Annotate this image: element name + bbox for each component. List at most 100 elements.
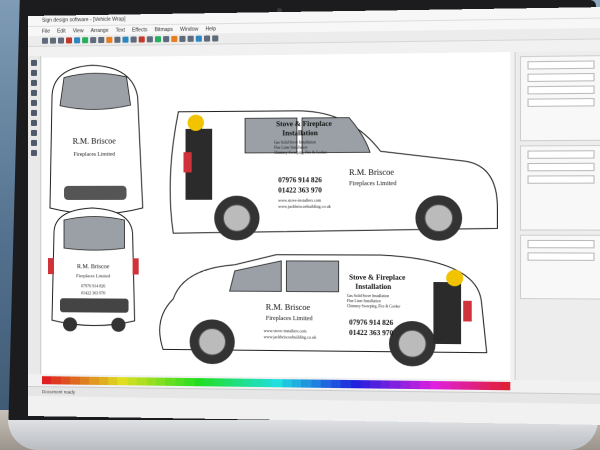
position-y-field[interactable] <box>527 98 594 107</box>
palette-swatch[interactable] <box>282 379 292 387</box>
palette-swatch[interactable] <box>166 378 176 386</box>
menu-window[interactable]: Window <box>180 26 198 32</box>
fill-type-select[interactable] <box>527 240 594 248</box>
menu-help[interactable]: Help <box>205 26 216 32</box>
menu-text[interactable]: Text <box>116 27 125 33</box>
van-front-view[interactable]: R.M. Briscoe Fireplaces Limited <box>50 65 143 214</box>
palette-swatch[interactable] <box>490 382 500 390</box>
palette-swatch[interactable] <box>370 380 380 388</box>
palette-swatch[interactable] <box>204 378 214 386</box>
open-icon[interactable] <box>50 38 56 44</box>
weld-icon[interactable] <box>155 36 161 42</box>
palette-swatch[interactable] <box>42 376 51 384</box>
palette-swatch[interactable] <box>470 381 480 389</box>
palette-swatch[interactable] <box>194 378 204 386</box>
export-icon[interactable] <box>114 37 120 43</box>
palette-swatch[interactable] <box>460 381 470 389</box>
contour-icon[interactable] <box>171 36 177 42</box>
fill-color-field[interactable] <box>527 252 594 261</box>
text-tool-icon[interactable] <box>188 36 194 42</box>
undo-icon[interactable] <box>90 37 96 43</box>
cut-icon[interactable] <box>66 37 72 43</box>
redo-icon[interactable] <box>98 37 104 43</box>
scale-field[interactable] <box>527 163 594 172</box>
palette-swatch[interactable] <box>185 378 195 386</box>
paste-icon[interactable] <box>82 37 88 43</box>
palette-swatch[interactable] <box>331 380 341 388</box>
van-side-view-left[interactable]: R.M. Briscoe Fireplaces Limited Stove & … <box>160 254 487 367</box>
palette-swatch[interactable] <box>233 379 243 387</box>
palette-swatch[interactable] <box>380 380 390 388</box>
rotation-field[interactable] <box>527 150 594 159</box>
text-tool-icon-side[interactable] <box>31 120 37 126</box>
palette-swatch[interactable] <box>450 381 460 389</box>
palette-swatch[interactable] <box>390 381 400 389</box>
palette-swatch[interactable] <box>500 382 510 390</box>
palette-swatch[interactable] <box>440 381 450 389</box>
menu-view[interactable]: View <box>73 28 84 34</box>
group-icon[interactable] <box>139 36 145 42</box>
knife-tool-icon[interactable] <box>31 150 37 156</box>
palette-swatch[interactable] <box>243 379 253 387</box>
menu-bitmaps[interactable]: Bitmaps <box>155 26 173 32</box>
fill-icon[interactable] <box>196 36 202 42</box>
palette-swatch[interactable] <box>301 379 311 387</box>
pen-tool-icon[interactable] <box>31 110 37 116</box>
zoom-icon[interactable] <box>122 37 128 43</box>
palette-swatch[interactable] <box>361 380 371 388</box>
palette-swatch[interactable] <box>420 381 430 389</box>
palette-swatch[interactable] <box>214 378 224 386</box>
pointer-tool-icon[interactable] <box>31 60 37 66</box>
position-x-field[interactable] <box>527 85 594 94</box>
fill-tool-icon[interactable] <box>31 130 37 136</box>
van-side-view-right[interactable]: Stove & Fireplace Installation Gas Solid… <box>170 109 497 241</box>
palette-swatch[interactable] <box>430 381 440 389</box>
skew-field[interactable] <box>527 175 594 184</box>
palette-swatch[interactable] <box>341 380 351 388</box>
ungroup-icon[interactable] <box>147 36 153 42</box>
menu-file[interactable]: File <box>42 28 50 34</box>
palette-swatch[interactable] <box>61 376 70 384</box>
rectangle-tool-icon[interactable] <box>31 90 37 96</box>
van-rear-view[interactable]: R.M. Briscoe Fireplaces Limited 07976 91… <box>48 208 139 332</box>
palette-swatch[interactable] <box>480 382 490 390</box>
palette-swatch[interactable] <box>262 379 272 387</box>
palette-swatch[interactable] <box>321 380 331 388</box>
height-field[interactable] <box>527 73 594 82</box>
palette-swatch[interactable] <box>292 379 302 387</box>
palette-swatch[interactable] <box>272 379 282 387</box>
node-tool-icon[interactable] <box>31 70 37 76</box>
zoom-tool-icon[interactable] <box>31 80 37 86</box>
palette-swatch[interactable] <box>70 377 79 385</box>
palette-swatch[interactable] <box>156 378 166 386</box>
menu-edit[interactable]: Edit <box>57 28 66 34</box>
menu-effects[interactable]: Effects <box>132 27 147 33</box>
width-field[interactable] <box>527 60 594 69</box>
print-cut-icon[interactable] <box>212 35 218 41</box>
trim-icon[interactable] <box>163 36 169 42</box>
palette-swatch[interactable] <box>51 376 60 384</box>
eyedropper-tool-icon[interactable] <box>31 140 37 146</box>
palette-swatch[interactable] <box>351 380 361 388</box>
palette-swatch[interactable] <box>311 380 321 388</box>
outline-icon[interactable] <box>204 35 210 41</box>
palette-swatch[interactable] <box>99 377 109 385</box>
palette-swatch[interactable] <box>253 379 263 387</box>
save-icon[interactable] <box>58 38 64 44</box>
new-icon[interactable] <box>42 38 48 44</box>
palette-swatch[interactable] <box>80 377 89 385</box>
palette-swatch[interactable] <box>137 377 147 385</box>
palette-swatch[interactable] <box>400 381 410 389</box>
palette-swatch[interactable] <box>223 378 233 386</box>
palette-swatch[interactable] <box>118 377 128 385</box>
node-icon[interactable] <box>179 36 185 42</box>
design-canvas[interactable]: R.M. Briscoe Fireplaces Limited R.M. Bri… <box>42 52 510 380</box>
palette-swatch[interactable] <box>89 377 98 385</box>
copy-icon[interactable] <box>74 37 80 43</box>
palette-swatch[interactable] <box>127 377 137 385</box>
ellipse-tool-icon[interactable] <box>31 100 37 106</box>
menu-arrange[interactable]: Arrange <box>91 27 109 33</box>
align-icon[interactable] <box>131 36 137 42</box>
palette-swatch[interactable] <box>146 377 156 385</box>
palette-swatch[interactable] <box>108 377 118 385</box>
